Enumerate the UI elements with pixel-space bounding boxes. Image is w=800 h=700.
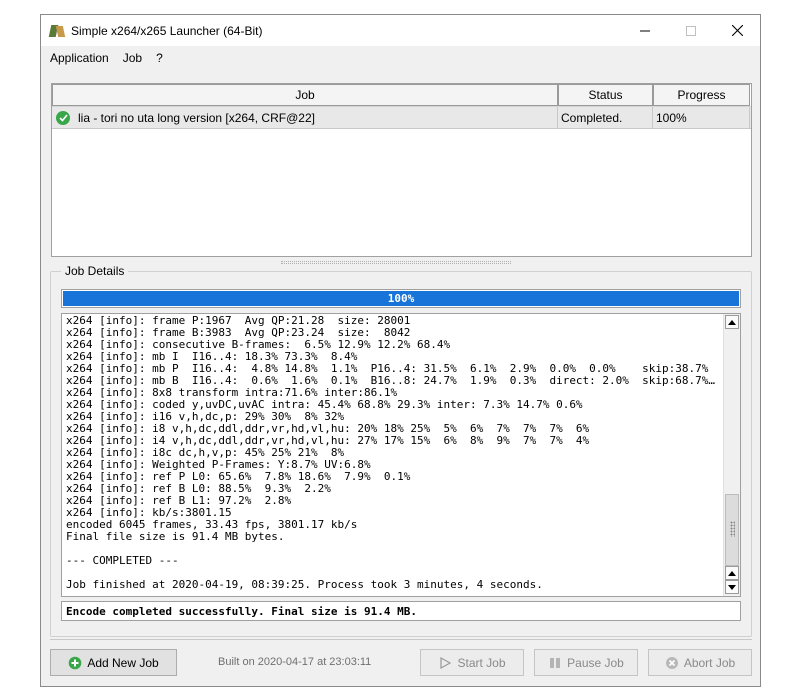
bottom-toolbar: Add New Job Built on 2020-04-17 at 23:03…: [41, 649, 762, 677]
arrow-down-icon: [728, 584, 736, 590]
log-line: x264 [info]: kb/s:3801.15: [66, 507, 232, 519]
job-details-title: Job Details: [61, 264, 129, 278]
log-line: x264 [info]: mb P I16..4: 4.8% 14.8% 1.1…: [66, 363, 709, 375]
scrollbar-thumb[interactable]: [725, 494, 739, 566]
log-line: x264 [info]: ref B L0: 88.5% 9.3% 2.2%: [66, 483, 331, 495]
column-header-progress[interactable]: Progress: [653, 84, 750, 106]
log-line: x264 [info]: consecutive B-frames: 6.5% …: [66, 339, 451, 351]
table-row[interactable]: lia - tori no uta long version [x264, CR…: [52, 107, 751, 129]
job-status-cell: Completed.: [558, 107, 653, 128]
log-line: x264 [info]: mb B I16..4: 0.6% 1.6% 0.1%…: [66, 375, 720, 387]
log-line: x264 [info]: i8 v,h,dc,ddl,ddr,vr,hd,vl,…: [66, 423, 590, 435]
log-line: x264 [info]: frame B:3983 Avg QP:23.24 s…: [66, 327, 411, 339]
arrow-up-icon: [728, 319, 736, 325]
menu-help[interactable]: ?: [149, 46, 170, 70]
app-icon: [48, 23, 66, 39]
play-icon: [438, 656, 452, 670]
close-button[interactable]: [714, 15, 760, 46]
log-line: x264 [info]: i16 v,h,dc,p: 29% 30% 8% 32…: [66, 411, 345, 423]
scroll-up-button[interactable]: [725, 315, 739, 329]
column-header-job[interactable]: Job: [52, 84, 558, 106]
start-job-label: Start Job: [457, 655, 506, 670]
log-scrollbar[interactable]: [723, 314, 740, 596]
start-job-button[interactable]: Start Job: [420, 649, 524, 676]
log-line: x264 [info]: 8x8 transform intra:71.6% i…: [66, 387, 398, 399]
divider: [50, 639, 752, 640]
minimize-button[interactable]: [622, 15, 668, 46]
abort-job-label: Abort Job: [683, 655, 736, 670]
pause-job-button[interactable]: Pause Job: [534, 649, 638, 676]
log-output[interactable]: x264 [info]: frame P:1967 Avg QP:21.28 s…: [61, 313, 741, 597]
scroll-top-button[interactable]: [725, 566, 739, 580]
job-name-cell: lia - tori no uta long version [x264, CR…: [52, 107, 558, 128]
main-window: Simple x264/x265 Launcher (64-Bit) Appli…: [40, 14, 761, 687]
splitter-handle[interactable]: [281, 261, 511, 264]
log-line: x264 [info]: ref B L1: 97.2% 2.8%: [66, 495, 292, 507]
log-line: x264 [info]: mb I I16..4: 18.3% 73.3% 8.…: [66, 351, 358, 363]
add-new-job-label: Add New Job: [87, 655, 159, 670]
job-progress-bar: 100%: [61, 289, 741, 308]
add-icon: [68, 656, 82, 670]
log-line: Final file size is 91.4 MB bytes.: [66, 531, 285, 543]
log-line: encoded 6045 frames, 33.43 fps, 3801.17 …: [66, 519, 358, 531]
menu-job[interactable]: Job: [116, 46, 149, 70]
scroll-down-button[interactable]: [725, 580, 739, 594]
log-line: x264 [info]: i8c dc,h,v,p: 45% 25% 21% 8…: [66, 447, 345, 459]
maximize-button[interactable]: [668, 15, 714, 46]
job-table[interactable]: Job Status Progress lia - tori no uta lo…: [51, 83, 752, 257]
status-message-field: Encode completed successfully. Final siz…: [61, 601, 741, 621]
menu-bar: Application Job ?: [41, 46, 760, 70]
close-icon: [731, 25, 743, 36]
pause-icon: [548, 656, 562, 670]
add-new-job-button[interactable]: Add New Job: [50, 649, 177, 676]
column-header-status[interactable]: Status: [558, 84, 653, 106]
window-controls: [622, 15, 760, 46]
title-bar: Simple x264/x265 Launcher (64-Bit): [41, 15, 760, 46]
menu-application[interactable]: Application: [43, 46, 116, 70]
log-line: --- COMPLETED ---: [66, 555, 179, 567]
completed-check-icon: [56, 110, 70, 125]
log-line: x264 [info]: Weighted P-Frames: Y:8.7% U…: [66, 459, 371, 471]
job-table-header: Job Status Progress: [52, 84, 751, 107]
pause-job-label: Pause Job: [567, 655, 624, 670]
log-line: x264 [info]: ref P L0: 65.6% 7.8% 18.6% …: [66, 471, 411, 483]
job-name: lia - tori no uta long version [x264, CR…: [78, 110, 315, 125]
window-title: Simple x264/x265 Launcher (64-Bit): [71, 23, 263, 38]
maximize-icon: [686, 25, 696, 36]
log-line: x264 [info]: coded y,uvDC,uvAC intra: 45…: [66, 399, 583, 411]
minimize-icon: [640, 30, 650, 31]
log-line: x264 [info]: i4 v,h,dc,ddl,ddr,vr,hd,vl,…: [66, 435, 590, 447]
abort-job-button[interactable]: Abort Job: [648, 649, 752, 676]
build-info: Built on 2020-04-17 at 23:03:11: [218, 656, 372, 668]
arrow-up-icon: [728, 570, 736, 576]
job-progress-cell: 100%: [653, 107, 750, 128]
log-line: Job finished at 2020-04-19, 08:39:25. Pr…: [66, 579, 543, 591]
log-line: x264 [info]: frame P:1967 Avg QP:21.28 s…: [66, 315, 411, 327]
log-lines: x264 [info]: frame P:1967 Avg QP:21.28 s…: [66, 315, 720, 591]
progress-label: 100%: [387, 292, 415, 305]
abort-icon: [665, 656, 679, 670]
